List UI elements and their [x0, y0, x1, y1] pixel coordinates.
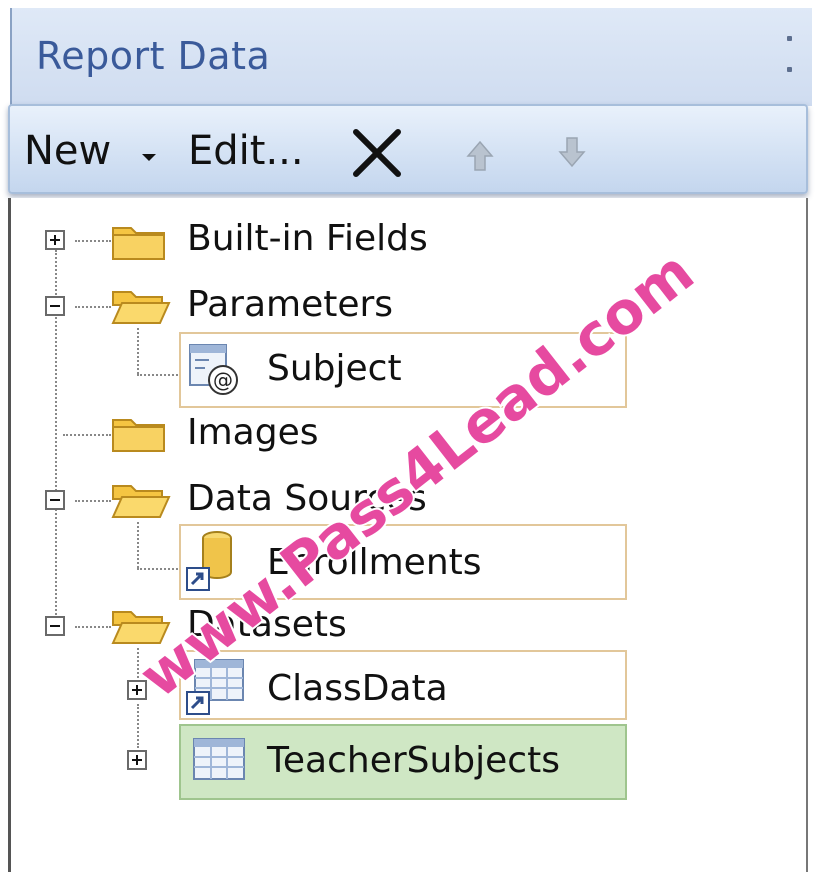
tree-guide-line: [75, 626, 111, 628]
dataset-icon: [193, 738, 245, 780]
collapse-parameters-toggle[interactable]: [45, 296, 65, 316]
tree-guide-line: [137, 568, 181, 570]
folder-open-icon: [111, 611, 171, 644]
folder-open-icon: [111, 485, 171, 518]
tree-node-images[interactable]: Images: [187, 412, 319, 453]
tree-node-subject-box[interactable]: [179, 332, 627, 408]
folder-icon: [112, 227, 165, 260]
arrow-down-icon: [558, 137, 586, 168]
tree-guide-line: [137, 522, 139, 568]
expand-builtin-fields-toggle[interactable]: [45, 230, 65, 250]
report-data-tree: Built-in Fields Parameters @ Subject Ima…: [8, 198, 808, 872]
tree-node-data-sources[interactable]: Data Sources: [187, 478, 427, 519]
arrow-up-icon: [466, 140, 494, 171]
tree-guide-line: [63, 434, 111, 436]
tree-guide-line: [75, 500, 111, 502]
collapse-data-sources-toggle[interactable]: [45, 490, 65, 510]
chevron-down-icon[interactable]: [142, 154, 156, 161]
report-data-panel: Report Data New Edit... Built-in Fields …: [0, 0, 820, 872]
parameter-icon: @: [189, 344, 238, 395]
tree-node-classdata[interactable]: ClassData: [267, 668, 448, 709]
edit-button[interactable]: Edit...: [188, 128, 304, 174]
new-button[interactable]: New: [24, 128, 111, 174]
panel-title: Report Data: [36, 34, 271, 78]
tree-node-enrollments[interactable]: Enrollments: [267, 542, 482, 583]
data-source-icon: [186, 531, 232, 591]
dataset-icon: [186, 659, 244, 715]
svg-text:@: @: [213, 368, 233, 392]
panel-title-bar: Report Data: [10, 8, 812, 106]
collapse-datasets-toggle[interactable]: [45, 616, 65, 636]
tree-guide-line: [137, 328, 139, 374]
tree-guide-line: [75, 306, 111, 308]
move-up-button[interactable]: [466, 140, 494, 172]
tree-guide-line: [75, 240, 111, 242]
folder-open-icon: [111, 291, 171, 324]
tree-node-teachersubjects[interactable]: TeacherSubjects: [267, 740, 560, 781]
tree-guide-line: [137, 374, 181, 376]
panel-grip-icon[interactable]: [786, 36, 792, 72]
tree-guide-line: [137, 704, 139, 748]
tree-node-datasets[interactable]: Datasets: [187, 604, 347, 645]
tree-node-subject[interactable]: Subject: [267, 348, 402, 389]
expand-classdata-toggle[interactable]: [127, 680, 147, 700]
expand-teachersubjects-toggle[interactable]: [127, 750, 147, 770]
close-icon: [353, 129, 401, 177]
move-down-button[interactable]: [558, 136, 586, 168]
tree-node-builtin-fields[interactable]: Built-in Fields: [187, 218, 428, 259]
toolbar: New Edit...: [8, 104, 808, 194]
delete-button[interactable]: [350, 126, 404, 180]
folder-icon: [112, 419, 165, 452]
tree-node-parameters[interactable]: Parameters: [187, 284, 393, 325]
